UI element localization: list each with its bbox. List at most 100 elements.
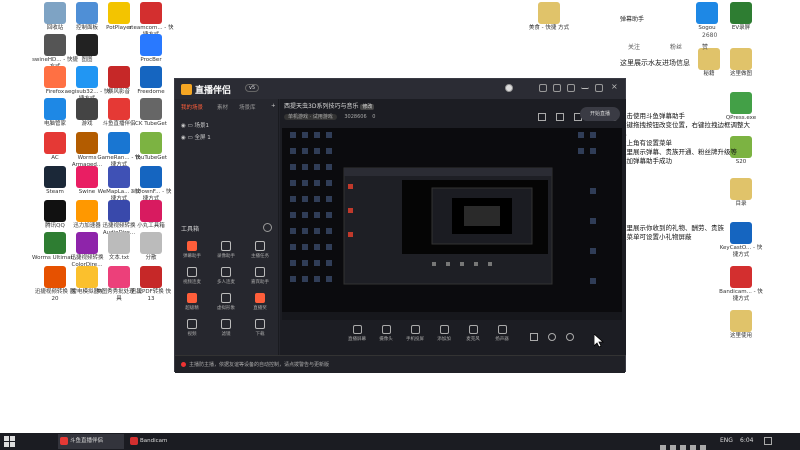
- toolbox-item-icon: [187, 319, 197, 329]
- taskbar: 斗鱼直播伴侣 Bandicam ENG 6:04: [0, 433, 800, 450]
- danmu-panel-stat-2: 粉丝: [670, 44, 683, 51]
- toolbox-item[interactable]: 弹幕助手: [177, 241, 207, 259]
- taskbar-task-icon: [130, 437, 138, 445]
- taskbar-task-label: Bandicam: [140, 438, 168, 444]
- desktop-icon[interactable]: EV录屏: [718, 2, 764, 32]
- room-category: 单机游戏 · 试用游戏 3028606 0: [284, 113, 375, 120]
- desktop-app-icon: [730, 310, 752, 332]
- taskbar-task[interactable]: Bandicam: [128, 434, 194, 449]
- taskbar-task[interactable]: 斗鱼直播伴侣: [58, 434, 124, 449]
- toolbox-item[interactable]: 主播任务: [245, 241, 275, 259]
- desktop-app-icon: [44, 200, 66, 222]
- title-bar[interactable]: 直播伴侣 v5 ×: [175, 79, 625, 99]
- toolbox-item-label: 视频连麦: [183, 280, 201, 285]
- bottom-tool-icon: [410, 325, 420, 334]
- desktop-icon[interactable]: 目录: [718, 178, 764, 208]
- lock-icon[interactable]: [556, 113, 564, 121]
- add-scene-button[interactable]: +: [271, 103, 276, 109]
- tab-scene-library[interactable]: 场景库: [239, 103, 256, 111]
- desktop-icon[interactable]: 美食 - 快捷 方式: [526, 2, 572, 32]
- close-icon[interactable]: ×: [611, 83, 619, 92]
- desktop-icon-label: YouTubeGet: [134, 155, 168, 161]
- message-icon[interactable]: [539, 84, 547, 92]
- version-badge[interactable]: v5: [245, 84, 260, 92]
- desktop-icon[interactable]: 这里使用: [718, 310, 764, 340]
- danmu-panel-count: 2680: [702, 32, 718, 39]
- desktop-app-icon: [140, 2, 162, 24]
- room-title: 西提天虫3D系列技巧与音乐 修改: [284, 101, 375, 110]
- desktop-app-icon: [76, 200, 98, 222]
- input-language[interactable]: ENG: [720, 437, 733, 444]
- bottom-tool-button[interactable]: 扬声器: [485, 325, 519, 342]
- tab-my-scenes[interactable]: 我的场景: [181, 103, 203, 111]
- bottom-tool-label: 扬声器: [495, 337, 509, 342]
- camera-icon[interactable]: [530, 333, 538, 341]
- desktop-icon[interactable]: 分散: [128, 232, 174, 262]
- settings-icon[interactable]: [567, 84, 575, 92]
- desktop-app-icon: [730, 92, 752, 114]
- toolbox-item-label: 直播奖: [253, 306, 267, 311]
- toolbox-item[interactable]: 直播奖: [245, 293, 275, 311]
- toolbox-item[interactable]: 视频连麦: [177, 267, 207, 285]
- stream-preview[interactable]: [282, 128, 622, 320]
- toolbox-item-icon: [187, 267, 197, 277]
- edit-room-tag[interactable]: 修改: [360, 104, 375, 110]
- desktop-icon[interactable]: Freedome: [128, 66, 174, 96]
- record-icon[interactable]: [548, 333, 556, 341]
- desktop-app-icon: [140, 232, 162, 254]
- toolbox-item[interactable]: 超级精: [177, 293, 207, 311]
- taskbar-task-icon: [60, 437, 68, 445]
- desktop-app-icon: [730, 222, 752, 244]
- room-id: 3028606: [344, 114, 367, 120]
- scene-item-2[interactable]: ◉ ▭ 全屏 1: [181, 133, 211, 141]
- gear-icon[interactable]: [566, 333, 574, 341]
- desktop-icon[interactable]: YouTubeGet: [128, 132, 174, 162]
- toolbox-item[interactable]: 下载: [245, 319, 275, 337]
- desktop-icon[interactable]: 迅捷PDF转换 快 13: [128, 266, 174, 303]
- desktop-app-icon: [44, 2, 66, 24]
- scene-item-1[interactable]: ◉ ▭ 场景1: [181, 121, 209, 129]
- danmu-panel-stat-3: 赞: [702, 44, 709, 51]
- room-category-chip[interactable]: 单机游戏 · 试用游戏: [284, 114, 337, 120]
- desktop-app-icon: [538, 2, 560, 24]
- desktop-icon-label: 目录: [735, 201, 747, 207]
- tab-assets[interactable]: 素材: [217, 103, 228, 111]
- desktop-icon-label: Bandicam... - 快捷方式: [719, 289, 763, 302]
- mouse-cursor-icon: [594, 334, 604, 348]
- desktop-icon[interactable]: ProcBer: [128, 34, 174, 64]
- gift-icon[interactable]: [553, 84, 561, 92]
- desktop-app-icon: [108, 98, 130, 120]
- avatar[interactable]: [505, 84, 513, 92]
- desktop-icon[interactable]: 3ilDownF... - 快捷方式: [128, 166, 174, 203]
- start-live-button[interactable]: 开始直播: [580, 107, 620, 121]
- maximize-icon[interactable]: [595, 84, 603, 92]
- notification-icon[interactable]: [764, 437, 772, 445]
- toolbox-item[interactable]: 虚拟形象: [211, 293, 241, 311]
- toolbox-settings-icon[interactable]: [263, 223, 272, 232]
- windows-start-icon[interactable]: [4, 436, 15, 447]
- toolbox-label: 工具箱: [181, 226, 200, 233]
- desktop-app-icon: [140, 34, 162, 56]
- screenshot-icon[interactable]: [538, 113, 546, 121]
- desktop-icon[interactable]: Bandicam... - 快捷方式: [718, 266, 764, 303]
- desktop-icon[interactable]: 小丸工具箱: [128, 200, 174, 230]
- desktop-icon[interactable]: 这里做图: [718, 48, 764, 78]
- minimize-icon[interactable]: [581, 84, 589, 89]
- toolbox-item[interactable]: 录像助手: [211, 241, 241, 259]
- desktop-app-icon: [76, 232, 98, 254]
- toolbox-item[interactable]: 嘉宾助手: [245, 267, 275, 285]
- desktop-app-icon: [140, 200, 162, 222]
- status-bar: 主播防主播，依据友谊等设备的自动控制，请点拨警告与更新版: [175, 355, 625, 373]
- desktop-icon[interactable]: 图图: [64, 34, 110, 64]
- toolbox-item[interactable]: 视频: [177, 319, 207, 337]
- desktop-icon[interactable]: CK TubeGet: [128, 98, 174, 128]
- scene-label: 场景1: [194, 123, 210, 129]
- desktop-app-icon: [44, 166, 66, 188]
- toolbox-item-icon: [255, 319, 265, 329]
- toolbox-item-icon: [221, 319, 231, 329]
- clock[interactable]: 6:04: [740, 437, 753, 444]
- toolbox-item[interactable]: 滤镜: [211, 319, 241, 337]
- danmu-panel-stat-1: 关注: [628, 44, 641, 51]
- toolbox-item[interactable]: 多人连麦: [211, 267, 241, 285]
- tray-icons[interactable]: [660, 437, 710, 450]
